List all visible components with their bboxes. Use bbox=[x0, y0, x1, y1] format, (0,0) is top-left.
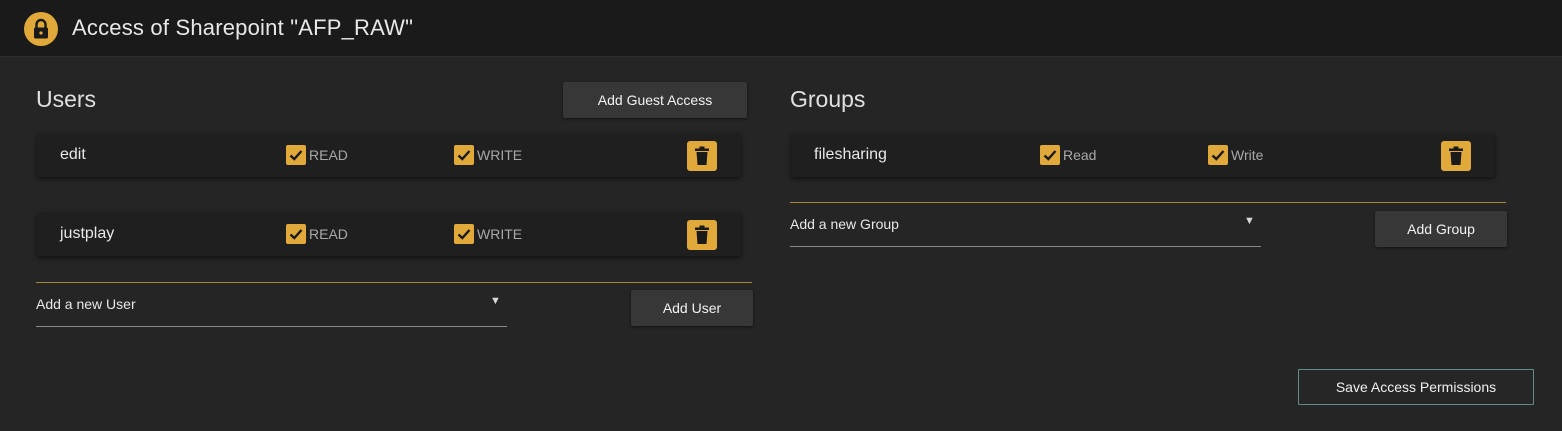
add-group-select-value: Add a new Group bbox=[790, 216, 899, 232]
write-label: Write bbox=[1231, 147, 1264, 163]
add-guest-access-button[interactable]: Add Guest Access bbox=[563, 82, 747, 118]
users-divider bbox=[36, 282, 752, 283]
read-label: READ bbox=[309, 226, 348, 242]
save-access-permissions-button[interactable]: Save Access Permissions bbox=[1298, 369, 1534, 405]
write-label: WRITE bbox=[477, 226, 523, 242]
read-checkbox[interactable] bbox=[286, 145, 306, 165]
lock-icon bbox=[24, 12, 58, 46]
trash-icon bbox=[1449, 146, 1463, 165]
group-row-filesharing: filesharing Read Write bbox=[791, 133, 1495, 177]
read-checkbox[interactable] bbox=[286, 224, 306, 244]
user-name: edit bbox=[60, 146, 86, 163]
user-row-justplay: justplay READ WRITE bbox=[37, 212, 741, 256]
add-user-button[interactable]: Add User bbox=[631, 290, 753, 326]
user-name: justplay bbox=[60, 225, 115, 242]
user-row-edit: edit READ WRITE bbox=[37, 133, 741, 177]
group-name: filesharing bbox=[814, 146, 887, 163]
chevron-down-icon: ▼ bbox=[490, 295, 501, 307]
read-label: READ bbox=[309, 147, 348, 163]
add-user-select[interactable]: Add a new User ▼ bbox=[36, 290, 507, 327]
write-label: WRITE bbox=[477, 147, 523, 163]
write-checkbox[interactable] bbox=[454, 145, 474, 165]
users-section-title: Users bbox=[36, 86, 97, 112]
add-group-button[interactable]: Add Group bbox=[1375, 211, 1507, 247]
chevron-down-icon: ▼ bbox=[1244, 215, 1255, 227]
dialog-title: Access of Sharepoint "AFP_RAW" bbox=[72, 15, 414, 40]
add-user-select-value: Add a new User bbox=[36, 296, 136, 312]
trash-icon bbox=[695, 146, 709, 165]
groups-divider bbox=[790, 202, 1506, 203]
add-group-select[interactable]: Add a new Group ▼ bbox=[790, 210, 1261, 247]
groups-section-title: Groups bbox=[790, 86, 866, 112]
write-checkbox[interactable] bbox=[1208, 145, 1228, 165]
read-label: Read bbox=[1063, 147, 1097, 163]
read-checkbox[interactable] bbox=[1040, 145, 1060, 165]
trash-icon bbox=[695, 225, 709, 244]
dialog-header: Access of Sharepoint "AFP_RAW" bbox=[0, 0, 1562, 57]
delete-group-button[interactable] bbox=[1441, 141, 1471, 171]
write-checkbox[interactable] bbox=[454, 224, 474, 244]
delete-user-button[interactable] bbox=[687, 220, 717, 250]
delete-user-button[interactable] bbox=[687, 141, 717, 171]
